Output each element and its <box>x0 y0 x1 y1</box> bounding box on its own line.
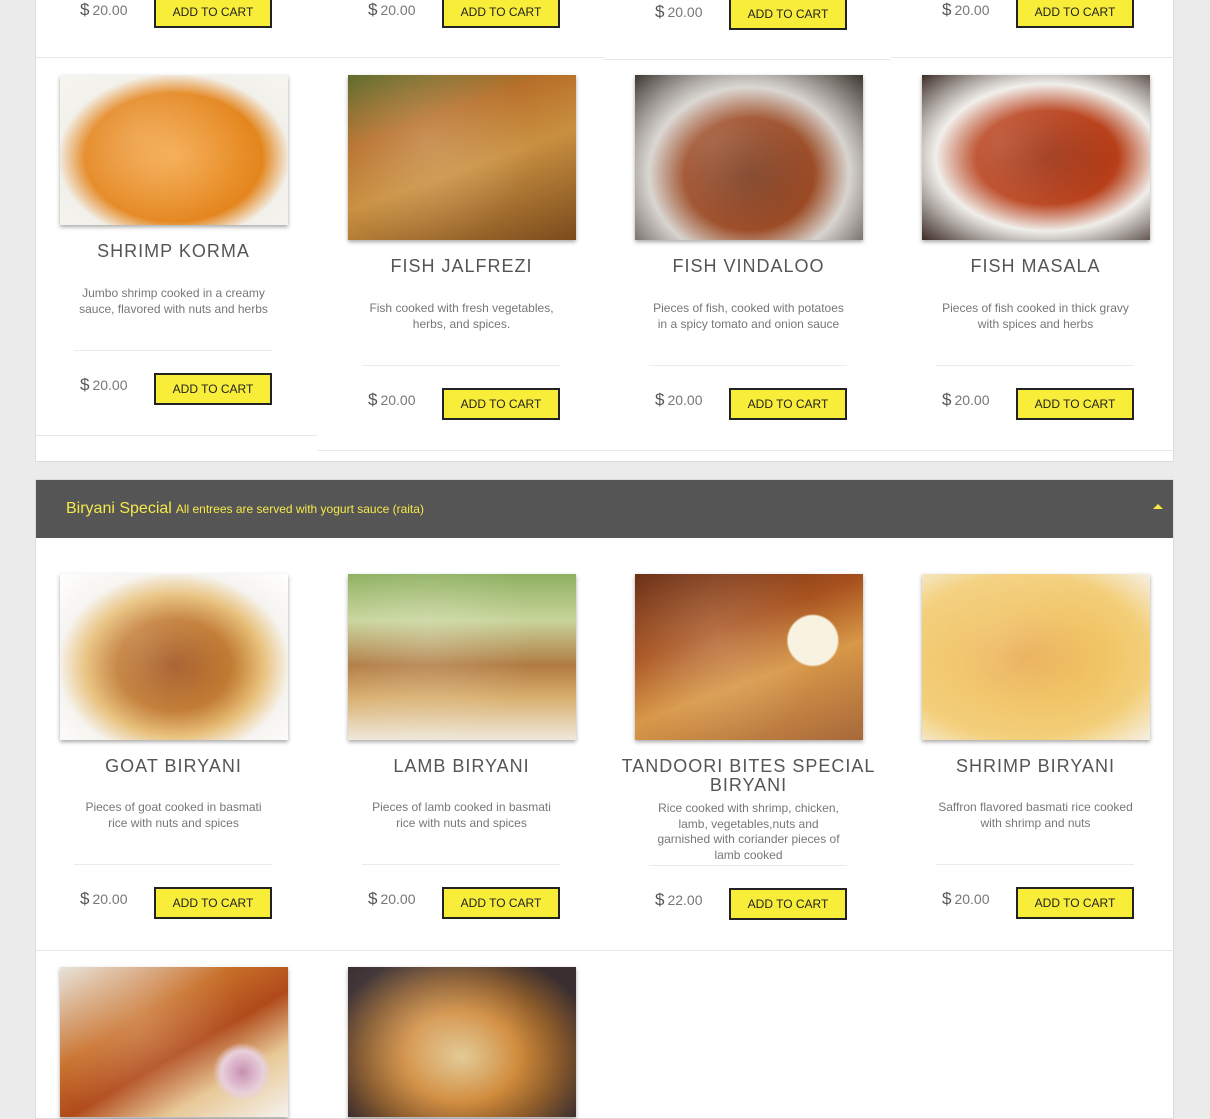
category-title: Biryani Special <box>66 500 172 517</box>
dollar-icon: $ <box>368 0 378 19</box>
card-divider <box>74 864 272 865</box>
caret-up-icon[interactable] <box>1153 504 1163 509</box>
dish-image[interactable] <box>348 967 576 1117</box>
item-name: FISH JALFREZI <box>390 256 533 276</box>
dish-image[interactable] <box>348 75 576 240</box>
dollar-icon: $ <box>655 890 665 909</box>
row-divider <box>317 450 1174 451</box>
item-price: $20.00 <box>80 375 128 394</box>
dollar-icon: $ <box>942 889 952 908</box>
dish-image[interactable] <box>60 967 288 1117</box>
item-description: Saffron flavored basmati rice cooked wit… <box>938 800 1133 830</box>
dollar-icon: $ <box>942 0 952 19</box>
item-price: $20.00 <box>368 0 416 19</box>
item-price: $20.00 <box>942 390 990 409</box>
row-divider <box>604 950 891 951</box>
category-header[interactable]: Biryani Special All entrees are served w… <box>36 480 1173 538</box>
add-to-cart-button[interactable]: ADD TO CART <box>154 0 272 28</box>
item-name: GOAT BIRYANI <box>105 756 242 776</box>
item-price: $20.00 <box>80 889 128 908</box>
dollar-icon: $ <box>655 2 665 21</box>
add-to-cart-button[interactable]: ADD TO CART <box>442 0 560 28</box>
item-price: $20.00 <box>655 2 703 21</box>
item-name: TANDOORI BITES SPECIAL BIRYANI <box>621 756 876 795</box>
card-divider <box>362 365 560 366</box>
add-to-cart-button[interactable]: ADD TO CART <box>442 388 560 420</box>
item-description: Pieces of goat cooked in basmati rice wi… <box>85 800 262 830</box>
row-divider <box>36 435 317 436</box>
item-price: $20.00 <box>655 390 703 409</box>
card-divider <box>649 365 847 366</box>
card-divider <box>936 864 1134 865</box>
item-description: Pieces of fish, cooked with potatoes in … <box>653 301 844 331</box>
item-price: $20.00 <box>942 0 990 19</box>
item-description: Fish cooked with fresh vegetables, herbs… <box>369 301 554 331</box>
dish-image[interactable] <box>635 574 863 740</box>
add-to-cart-button[interactable]: ADD TO CART <box>729 388 847 420</box>
row-divider <box>36 950 604 951</box>
item-price: $20.00 <box>368 889 416 908</box>
dollar-icon: $ <box>368 889 378 908</box>
add-to-cart-button[interactable]: ADD TO CART <box>1016 887 1134 919</box>
dish-image[interactable] <box>60 75 288 225</box>
dish-image[interactable] <box>348 574 576 740</box>
row-divider <box>604 59 891 60</box>
item-name: SHRIMP KORMA <box>97 241 250 261</box>
row-divider <box>36 57 604 58</box>
dish-image[interactable] <box>922 75 1150 240</box>
item-description: Pieces of fish cooked in thick gravy wit… <box>942 301 1129 331</box>
item-description: Jumbo shrimp cooked in a creamy sauce, f… <box>79 286 268 316</box>
dollar-icon: $ <box>368 390 378 409</box>
dish-image[interactable] <box>60 574 288 740</box>
item-name: LAMB BIRYANI <box>393 756 530 776</box>
dollar-icon: $ <box>80 889 90 908</box>
item-price: $20.00 <box>368 390 416 409</box>
dollar-icon: $ <box>942 390 952 409</box>
item-price: $20.00 <box>942 889 990 908</box>
add-to-cart-button[interactable]: ADD TO CART <box>154 373 272 405</box>
card-divider <box>74 350 272 351</box>
card-divider <box>362 864 560 865</box>
card-divider <box>936 365 1134 366</box>
category-subtitle: All entrees are served with yogurt sauce… <box>175 502 424 516</box>
dish-image[interactable] <box>922 574 1150 740</box>
add-to-cart-button[interactable]: ADD TO CART <box>1016 0 1134 28</box>
dollar-icon: $ <box>80 0 90 19</box>
item-description: Pieces of lamb cooked in basmati rice wi… <box>372 800 551 830</box>
item-price: $22.00 <box>655 890 703 909</box>
add-to-cart-button[interactable]: ADD TO CART <box>729 888 847 920</box>
add-to-cart-button[interactable]: ADD TO CART <box>1016 388 1134 420</box>
row-divider <box>891 950 1174 951</box>
item-name: SHRIMP BIRYANI <box>955 756 1116 776</box>
item-name: FISH MASALA <box>970 256 1101 276</box>
card-divider <box>649 865 847 866</box>
item-name: FISH VINDALOO <box>672 256 825 276</box>
dollar-icon: $ <box>80 375 90 394</box>
item-price: $20.00 <box>80 0 128 19</box>
add-to-cart-button[interactable]: ADD TO CART <box>729 0 847 30</box>
row-divider <box>891 57 1174 58</box>
dollar-icon: $ <box>655 390 665 409</box>
dish-image[interactable] <box>635 75 863 240</box>
add-to-cart-button[interactable]: ADD TO CART <box>154 887 272 919</box>
add-to-cart-button[interactable]: ADD TO CART <box>442 887 560 919</box>
item-description: Rice cooked with shrimp, chicken, lamb, … <box>657 801 840 862</box>
